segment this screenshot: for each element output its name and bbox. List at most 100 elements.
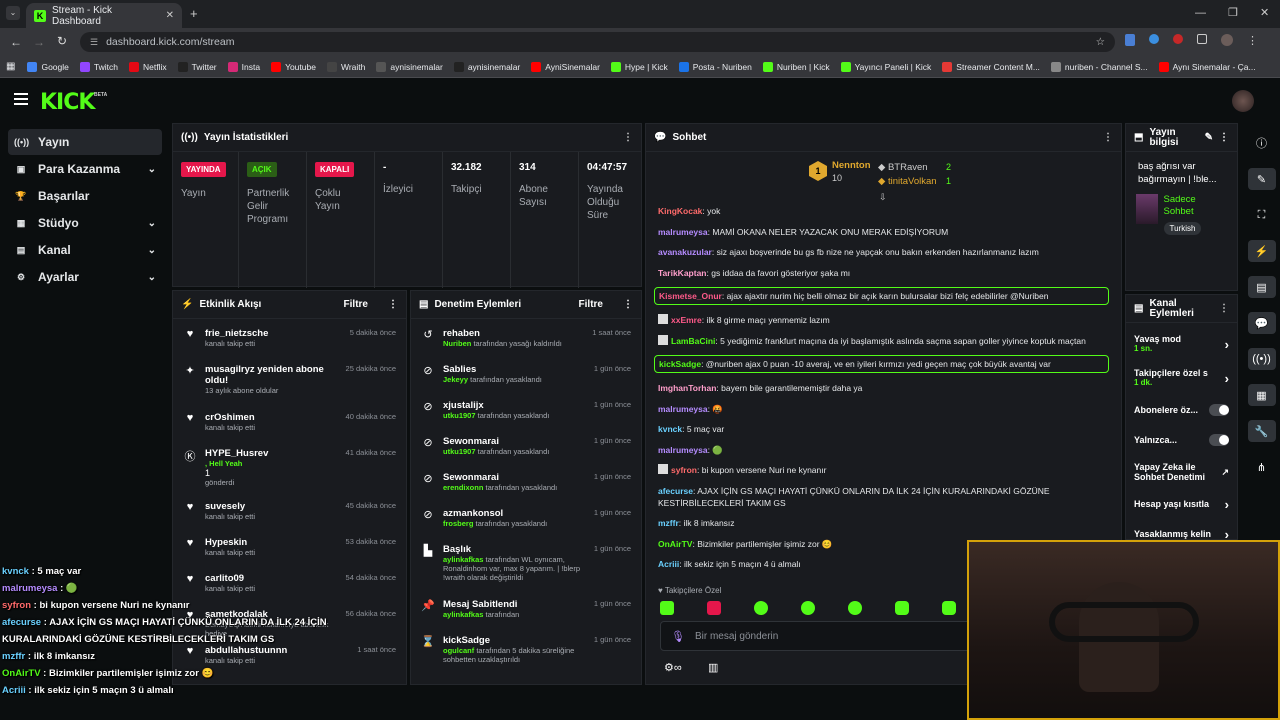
sidebar-item-2[interactable]: 🏆 Başarılar xyxy=(8,183,162,209)
emote-6-icon[interactable] xyxy=(895,601,909,615)
chat-username[interactable]: LamBaCini xyxy=(671,336,715,346)
channel-action-item[interactable]: Abonelere öz... xyxy=(1126,395,1237,425)
chat-settings-icon[interactable]: ⚙∞ xyxy=(664,661,682,674)
chat-username[interactable]: xxEmre xyxy=(671,315,702,325)
chat-message[interactable]: malrumeysa: 🟢 xyxy=(646,444,1121,456)
toggle-switch[interactable] xyxy=(1208,434,1229,446)
moderation-item[interactable]: 📌 Mesaj Sabitlendi aylinkafkas tarafından 1… xyxy=(421,599,631,635)
lightning-tool-icon[interactable]: ⚡ xyxy=(1247,240,1276,262)
top-gifter-name[interactable]: Nennton xyxy=(832,160,871,171)
kick-logo[interactable]: KICK xyxy=(40,90,95,115)
chat-username[interactable]: ImghanTorhan xyxy=(658,383,716,393)
extension-red-icon[interactable] xyxy=(1173,34,1183,44)
chevron-right-icon[interactable]: › xyxy=(1225,371,1229,386)
extension-blue-icon[interactable] xyxy=(1149,34,1159,44)
bookmark-item[interactable]: Streamer Content M... xyxy=(942,61,1040,72)
chat-username[interactable]: Kismetse_Onur xyxy=(659,291,722,301)
apps-icon[interactable]: ▦ xyxy=(6,61,15,72)
close-tab-icon[interactable]: ✕ xyxy=(166,10,174,21)
bookmark-item[interactable]: Youtube xyxy=(271,61,316,72)
bookmark-item[interactable]: Hype | Kick xyxy=(610,61,668,72)
tool-wrench-icon[interactable]: 🔧 xyxy=(1247,420,1276,442)
chevron-right-icon[interactable]: › xyxy=(1225,497,1229,512)
hamburger-menu-icon[interactable] xyxy=(14,93,28,105)
activity-item[interactable]: ✦ musagilryz yeniden abone oldu! 13 aylık … xyxy=(183,364,396,412)
sidebar-item-1[interactable]: ▣ Para Kazanma ⌄ xyxy=(8,156,162,182)
chat-username[interactable]: KingKocak xyxy=(658,206,702,216)
browser-tab[interactable]: K Stream - Kick Dashboard ✕ xyxy=(26,3,182,28)
activity-item[interactable]: ♥ crOshimen kanalı takip etti 40 dakika önc… xyxy=(183,412,396,448)
moderator-name[interactable]: erendixonn xyxy=(443,483,483,492)
close-window-icon[interactable]: ✕ xyxy=(1260,6,1269,19)
channel-action-item[interactable]: Yalnızca... xyxy=(1126,425,1237,455)
address-bar[interactable]: ☰ dashboard.kick.com/stream ☆ xyxy=(80,32,1115,52)
broadcast-tool-icon[interactable]: ((•)) xyxy=(1247,348,1276,370)
info-icon[interactable]: ⓘ xyxy=(1248,132,1276,154)
moderation-item[interactable]: ⊘ azmankonsol frosberg tarafından yasaklan… xyxy=(421,508,631,544)
chat-username[interactable]: afecurse xyxy=(658,486,693,496)
chat-message[interactable]: xxEmre: ilk 8 girme maçı yenmemiz lazım xyxy=(646,314,1121,326)
moderator-name[interactable]: aylinkafkas xyxy=(443,555,483,564)
chat-message[interactable]: syfron: bi kupon versene Nuri ne kynanır xyxy=(646,464,1121,476)
moderation-item[interactable]: ⊘ xjustalijx utku1907 tarafından yasakland… xyxy=(421,400,631,436)
moderation-item[interactable]: ↺ rehaben Nuriben tarafından yasağı kaldır… xyxy=(421,328,631,364)
activity-item[interactable]: Ⓚ HYPE_Husrev, Hell Yeah 1 gönderdi 41 dakik… xyxy=(183,448,397,501)
category-name[interactable]: Sadece Sohbet xyxy=(1164,194,1228,218)
bookmark-item[interactable]: Yayıncı Paneli | Kick xyxy=(840,61,931,72)
expand-icon[interactable]: ⛶ xyxy=(1248,204,1276,226)
toggle-switch[interactable] xyxy=(1208,404,1229,416)
channel-action-item[interactable]: Yasaklanmış kelin › xyxy=(1126,519,1237,540)
bookmark-star-icon[interactable]: ☆ xyxy=(1096,36,1105,48)
chat-message[interactable]: kvnck: 5 maç var xyxy=(646,423,1121,435)
chat-menu-icon[interactable]: ⋮ xyxy=(1103,132,1113,143)
bookmark-item[interactable]: Twitch xyxy=(79,61,118,72)
channel-actions-menu-icon[interactable]: ⋮ xyxy=(1219,303,1229,314)
chat-username[interactable]: mzffr xyxy=(658,518,679,528)
moderation-item[interactable]: ▙ Başlık aylinkafkas tarafından WL oynıcam… xyxy=(421,544,631,599)
chat-message[interactable]: malrumeysa: 🤬 xyxy=(646,403,1121,415)
edit-tool-icon[interactable]: ✎ xyxy=(1247,168,1276,190)
activity-filter-button[interactable]: Filtre xyxy=(344,299,368,310)
bookmark-item[interactable]: aynisinemalar xyxy=(453,61,520,72)
layout-tool-icon[interactable]: ▦ xyxy=(1247,384,1276,406)
extensions-puzzle-icon[interactable] xyxy=(1197,34,1207,44)
moderator-name[interactable]: ogulcanf xyxy=(443,646,474,655)
stream-info-menu-icon[interactable]: ⋮ xyxy=(1219,132,1229,143)
moderator-name[interactable]: aylinkafkas xyxy=(443,610,483,619)
bookmark-item[interactable]: Posta - Nuriben xyxy=(678,61,752,72)
emote-1-icon[interactable] xyxy=(660,601,674,615)
new-tab-icon[interactable]: + xyxy=(190,6,198,21)
chat-username[interactable]: Acriii xyxy=(658,559,679,569)
moderator-name[interactable]: utku1907 xyxy=(443,411,476,420)
chat-message[interactable]: mzffr: ilk 8 imkansız xyxy=(646,517,1121,529)
chat-message[interactable]: afecurse: AJAX İÇİN GS MAÇI HAYATİ ÇÜNKÜ… xyxy=(646,485,1121,509)
tab-search-icon[interactable]: ⌄ xyxy=(6,6,20,20)
emote-2-icon[interactable] xyxy=(707,601,721,615)
document-tool-icon[interactable]: ▤ xyxy=(1247,276,1276,298)
channel-action-item[interactable]: Takipçilere özel s1 dk. › xyxy=(1126,361,1237,395)
chat-message[interactable]: ImghanTorhan: bayern bile garantilememiş… xyxy=(646,382,1121,394)
sidebar-item-5[interactable]: ⚙ Ayarlar ⌄ xyxy=(8,264,162,290)
external-link-icon[interactable]: ↗ xyxy=(1221,467,1229,478)
chat-username[interactable]: OnAirTV xyxy=(658,539,692,549)
emote-5-icon[interactable] xyxy=(848,601,862,615)
gifter2-name[interactable]: ◆ BTRaven xyxy=(878,162,928,173)
channel-action-item[interactable]: Yavaş mod 1 sn. › xyxy=(1126,327,1237,361)
bookmark-item[interactable]: nuriben - Channel S... xyxy=(1050,61,1148,72)
chevron-down-icon[interactable]: ⌄ xyxy=(148,218,156,229)
chat-username[interactable]: kvnck xyxy=(658,424,682,434)
chevron-down-icon[interactable]: ⌄ xyxy=(148,272,156,283)
bookmark-item[interactable]: Nuriben | Kick xyxy=(762,61,830,72)
moderator-name[interactable]: Nuriben xyxy=(443,339,471,348)
minimize-icon[interactable]: — xyxy=(1195,7,1206,19)
chevron-down-icon[interactable]: ⌄ xyxy=(148,164,156,175)
chat-tool-icon[interactable]: 💬 xyxy=(1247,312,1276,334)
chat-message[interactable]: Kismetse_Onur: ajax ajaxtır nurim hiç be… xyxy=(654,287,1109,305)
activity-menu-icon[interactable]: ⋮ xyxy=(388,299,398,310)
category-thumbnail[interactable] xyxy=(1136,194,1158,224)
moderation-filter-button[interactable]: Filtre xyxy=(579,299,603,310)
chevron-right-icon[interactable]: › xyxy=(1225,337,1229,352)
bookmark-item[interactable]: Netflix xyxy=(128,61,167,72)
chat-username[interactable]: kickSadge xyxy=(659,359,701,369)
chat-username[interactable]: malrumeysa xyxy=(658,445,708,455)
